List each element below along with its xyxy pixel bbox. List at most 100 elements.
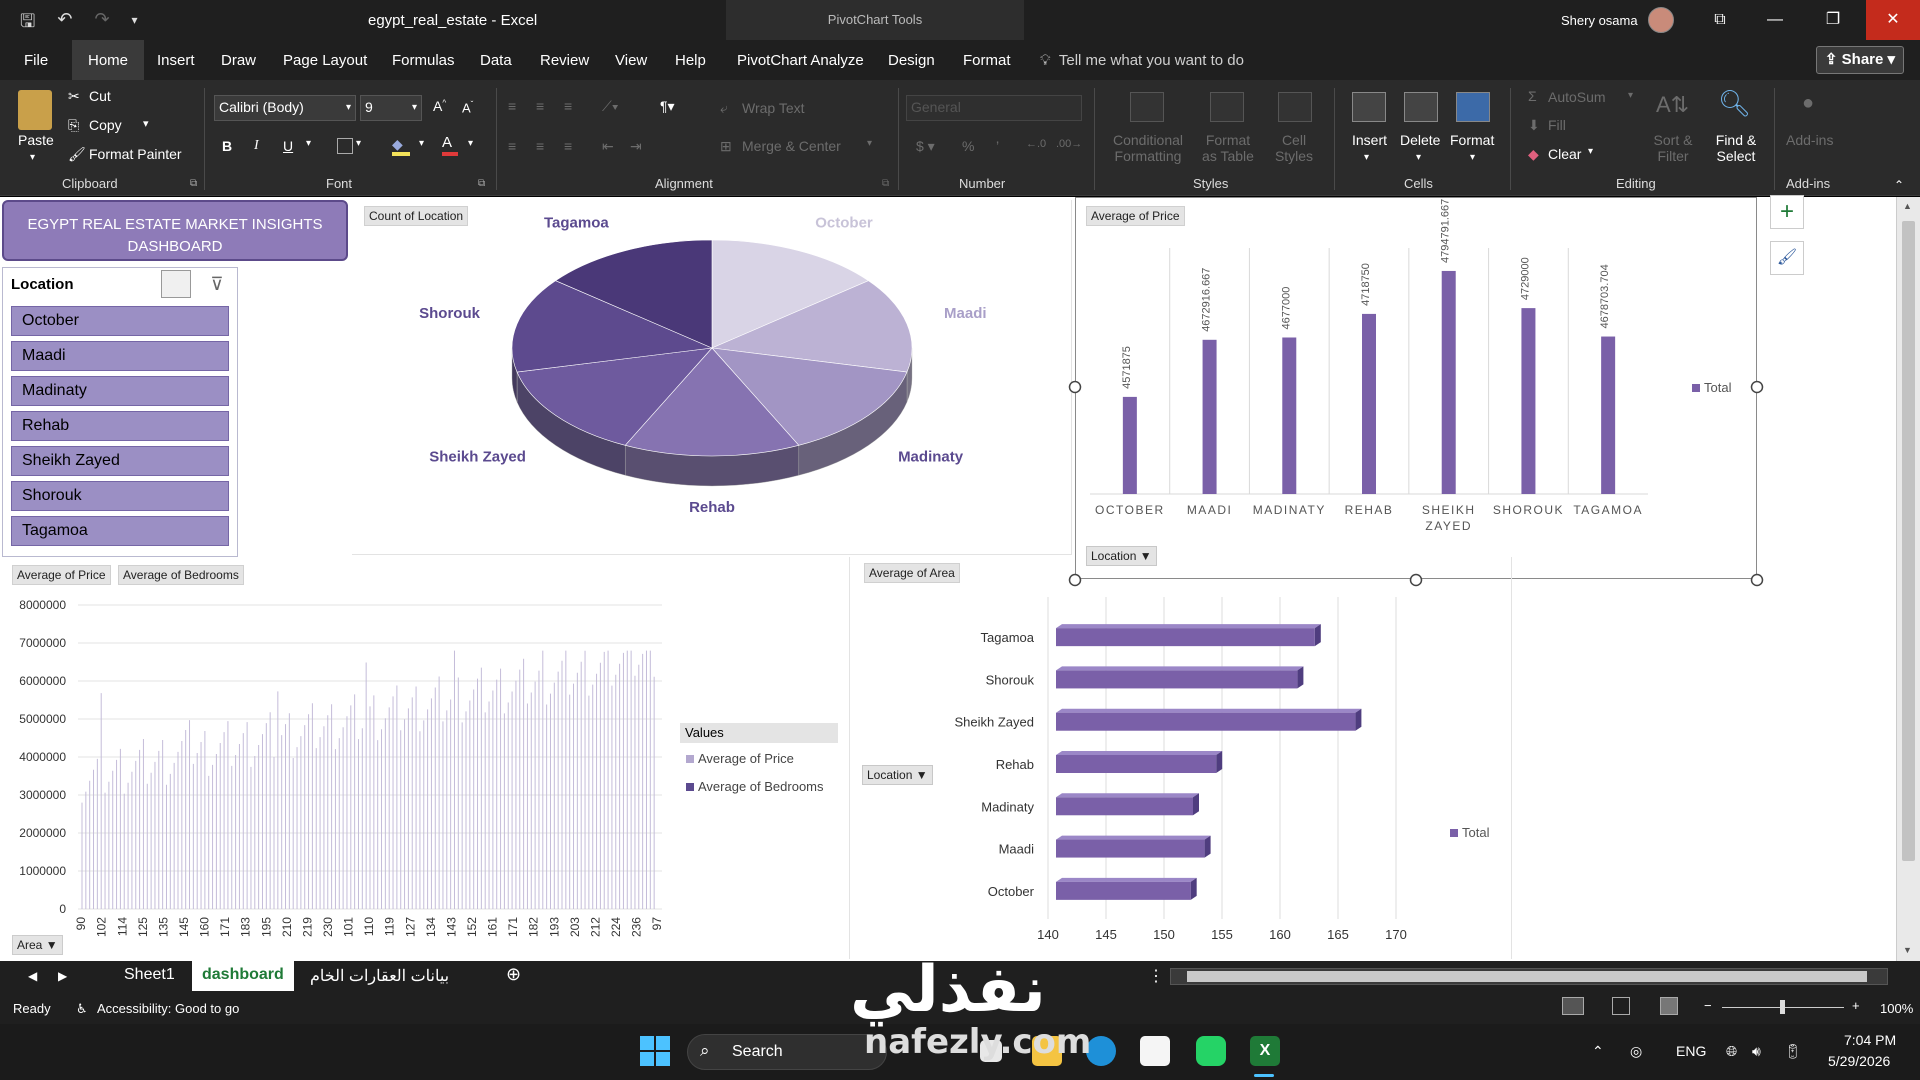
insert-dropdown-icon[interactable]: ▾ — [1364, 152, 1369, 163]
font-name-select[interactable]: Calibri (Body) ▾ — [214, 95, 356, 121]
cut-button[interactable]: Cut — [89, 88, 111, 104]
zoom-out-icon[interactable]: − — [1704, 998, 1712, 1013]
slicer-item-rehab[interactable]: Rehab — [11, 411, 229, 441]
percent-icon[interactable]: % — [962, 138, 974, 154]
minimize-icon[interactable]: — — [1752, 0, 1798, 40]
clear-dropdown-icon[interactable]: ▾ — [1588, 146, 1593, 157]
cell-styles-button[interactable]: Cell Styles — [1268, 132, 1320, 164]
delete-cells-button[interactable]: Delete — [1400, 132, 1440, 148]
conditional-formatting-button[interactable]: Conditional Formatting — [1108, 132, 1188, 164]
fill-color-icon[interactable]: ◆ — [392, 136, 410, 156]
sort-filter-button[interactable]: Sort & Filter — [1650, 132, 1696, 164]
format-painter-button[interactable]: Format Painter — [89, 146, 182, 162]
paste-icon[interactable] — [18, 90, 52, 130]
undo-icon[interactable]: ↶ — [57, 9, 72, 39]
decrease-font-icon[interactable]: Aˇ — [462, 100, 473, 115]
borders-icon[interactable] — [337, 138, 353, 154]
horizontal-scrollbar[interactable] — [1170, 968, 1888, 985]
volume-icon[interactable]: 🔊︎ — [1752, 1043, 1761, 1060]
location-slicer[interactable]: Location ⊽ October Maadi Madinaty Rehab … — [2, 267, 238, 557]
location-axis-dropdown[interactable]: Location ▼ — [862, 765, 933, 785]
borders-dropdown-icon[interactable]: ▾ — [356, 138, 361, 149]
tab-view[interactable]: View — [615, 52, 647, 69]
align-center-icon[interactable]: ≡ — [536, 138, 544, 154]
copy-dropdown-icon[interactable]: ▾ — [143, 117, 149, 130]
bold-button[interactable]: B — [222, 138, 232, 154]
slicer-item-madinaty[interactable]: Madinaty — [11, 376, 229, 406]
orientation-icon[interactable]: ⟋▾ — [602, 98, 619, 115]
alignment-launcher-icon[interactable]: ⧉ — [882, 178, 889, 189]
excel-taskbar-icon[interactable]: X — [1250, 1036, 1280, 1066]
restore-icon[interactable]: ❐ — [1810, 0, 1856, 40]
input-language[interactable]: ENG — [1676, 1043, 1706, 1059]
comma-icon[interactable]: ’ — [996, 138, 999, 154]
whatsapp-icon[interactable] — [1196, 1036, 1226, 1066]
user-name[interactable]: Shery osama — [1561, 13, 1638, 28]
italic-button[interactable]: I — [254, 138, 259, 154]
chart-elements-button[interactable]: + — [1770, 195, 1804, 229]
tab-help[interactable]: Help — [675, 52, 706, 69]
merge-center-button[interactable]: Merge & Center — [742, 138, 841, 154]
ribbon-display-icon[interactable]: ⧉ — [1697, 0, 1743, 40]
sheet-tab-sheet1[interactable]: Sheet1 — [124, 966, 175, 984]
autosum-dropdown-icon[interactable]: ▾ — [1628, 90, 1633, 101]
hscroll-thumb[interactable] — [1187, 971, 1867, 982]
next-sheet-icon[interactable]: ▶ — [58, 969, 67, 983]
paragraph-direction-icon[interactable]: ¶▾ — [660, 98, 675, 115]
clear-filter-icon[interactable]: ⊽ — [203, 270, 231, 298]
battery-icon[interactable]: 🔋︎ — [1784, 1043, 1802, 1060]
font-size-select[interactable]: 9 ▾ — [360, 95, 422, 121]
decrease-indent-icon[interactable]: ⇤ — [602, 138, 614, 155]
scroll-up-icon[interactable]: ▲ — [1903, 201, 1912, 211]
align-middle-icon[interactable]: ≡ — [536, 98, 544, 114]
avatar[interactable] — [1648, 7, 1674, 33]
tab-home[interactable]: Home — [72, 40, 145, 82]
redo-icon[interactable]: ↷ — [94, 9, 109, 39]
worksheet[interactable]: EGYPT REAL ESTATE MARKET INSIGHTS DASHBO… — [0, 195, 1896, 961]
network-icon[interactable]: 🌐︎ — [1726, 1043, 1737, 1060]
increase-indent-icon[interactable]: ⇥ — [630, 138, 642, 155]
normal-view-icon[interactable] — [1562, 997, 1584, 1015]
align-bottom-icon[interactable]: ≡ — [564, 98, 572, 114]
clock-time[interactable]: 7:04 PM — [1844, 1032, 1896, 1048]
tab-review[interactable]: Review — [540, 52, 589, 69]
clear-button[interactable]: Clear — [1548, 146, 1581, 162]
underline-button[interactable]: U — [283, 138, 293, 154]
slicer-item-sheikh-zayed[interactable]: Sheikh Zayed — [11, 446, 229, 476]
font-launcher-icon[interactable]: ⧉ — [478, 178, 485, 189]
tell-me-search[interactable]: 💡︎ Tell me what you want to do — [1040, 52, 1244, 69]
tab-draw[interactable]: Draw — [221, 52, 256, 69]
zoom-in-icon[interactable]: + — [1852, 998, 1860, 1013]
multi-select-icon[interactable] — [161, 270, 191, 298]
tab-data[interactable]: Data — [480, 52, 512, 69]
tab-design[interactable]: Design — [888, 52, 935, 69]
align-top-icon[interactable]: ≡ — [508, 98, 516, 114]
tab-format[interactable]: Format — [963, 52, 1011, 69]
wrap-text-button[interactable]: Wrap Text — [742, 100, 805, 116]
slicer-item-shorouk[interactable]: Shorouk — [11, 481, 229, 511]
tab-split-handle-icon[interactable]: ⋮ — [1148, 966, 1164, 986]
sheet-tab-dashboard[interactable]: dashboard — [192, 961, 294, 991]
clipboard-launcher-icon[interactable]: ⧉ — [190, 178, 197, 189]
delete-dropdown-icon[interactable]: ▾ — [1416, 152, 1421, 163]
format-cells-button[interactable]: Format — [1450, 132, 1494, 148]
fill-button[interactable]: Fill — [1548, 117, 1566, 133]
page-break-view-icon[interactable] — [1660, 997, 1678, 1015]
zoom-slider-thumb[interactable] — [1780, 1000, 1785, 1014]
slicer-item-october[interactable]: October — [11, 306, 229, 336]
start-icon[interactable] — [640, 1036, 670, 1066]
price-column-chart[interactable]: Average of Price 4571875 OCTOBER 4672916.6… — [1075, 197, 1757, 579]
underline-dropdown-icon[interactable]: ▾ — [306, 138, 311, 149]
zoom-level[interactable]: 100% — [1880, 1001, 1913, 1016]
tab-formulas[interactable]: Formulas — [392, 52, 455, 69]
tab-pivotchart-analyze[interactable]: PivotChart Analyze — [737, 52, 864, 69]
collapse-ribbon-icon[interactable]: ⌃ — [1894, 178, 1904, 192]
prev-sheet-icon[interactable]: ◀ — [28, 969, 37, 983]
increase-font-icon[interactable]: A^ — [433, 98, 446, 114]
pie-chart[interactable]: Count of Location October Maadi Madinaty Re… — [352, 200, 1072, 555]
paste-button[interactable]: Paste — [18, 132, 54, 148]
slicer-item-tagamoa[interactable]: Tagamoa — [11, 516, 229, 546]
vertical-scrollbar[interactable]: ▲ ▼ — [1896, 197, 1920, 961]
tray-overflow-icon[interactable]: ⌃ — [1592, 1043, 1604, 1060]
save-icon[interactable]: 🖫 — [20, 9, 35, 39]
